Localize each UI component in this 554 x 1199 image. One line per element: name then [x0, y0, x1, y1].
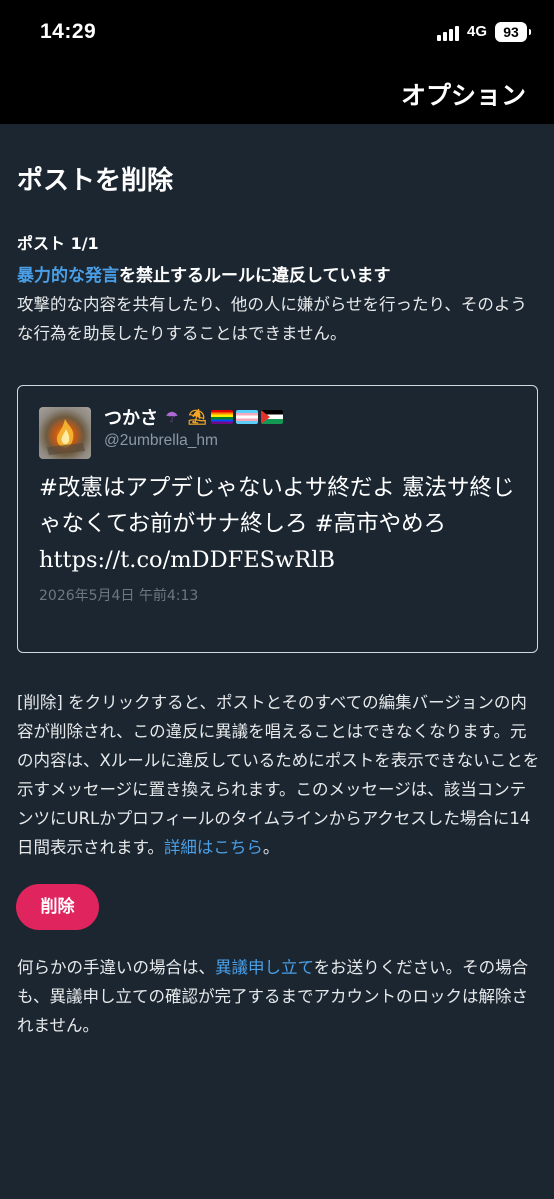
- post-username: つかさ ☂ ⛱: [104, 404, 283, 430]
- explanation-suffix: 。: [262, 838, 280, 857]
- post-count: ポスト 1/1: [17, 234, 99, 253]
- avatar: [39, 407, 91, 459]
- app-header: オプション: [0, 64, 554, 124]
- rule-description: 攻撃的な内容を共有したり、他の人に嫌がらせを行ったり、そのような行為を助長したり…: [17, 295, 527, 343]
- battery-icon: 93: [495, 22, 531, 42]
- delete-button[interactable]: 削除: [16, 884, 99, 930]
- post-card: つかさ ☂ ⛱ @2umbrella_hm #改憲はアプデじゃないよサ終だよ 憲…: [17, 385, 538, 653]
- options-title[interactable]: オプション: [401, 76, 526, 112]
- delete-explanation: [削除] をクリックすると、ポストとそのすべての編集バージョンの内容が削除され、…: [17, 688, 542, 862]
- beach-umbrella-icon: ⛱: [187, 408, 207, 426]
- explanation-text: [削除] をクリックすると、ポストとそのすべての編集バージョンの内容が削除され、…: [17, 693, 540, 857]
- learn-more-link[interactable]: 詳細はこちら: [164, 838, 263, 857]
- appeal-prefix: 何らかの手違いの場合は、: [17, 958, 215, 977]
- appeal-link[interactable]: 異議申し立て: [215, 958, 314, 977]
- post-text: #改憲はアプデじゃないよサ終だよ 憲法サ終じゃなくてお前がサナ終しろ #高市やめ…: [39, 475, 515, 573]
- umbrella-icon: ☂: [165, 408, 179, 426]
- rule-violation-heading: 暴力的な発言を禁止するルールに違反しています: [17, 261, 391, 286]
- network-type: 4G: [467, 23, 488, 40]
- post-timestamp: 2026年5月4日 午前4:13: [39, 588, 199, 604]
- status-bar: 14:29 4G 93: [0, 0, 554, 64]
- page-title: ポストを削除: [17, 166, 174, 196]
- palestine-flag-icon: [261, 410, 283, 424]
- fire-icon: [47, 419, 85, 455]
- display-name: つかさ: [104, 408, 158, 429]
- post-handle: @2umbrella_hm: [104, 432, 218, 449]
- rule-link[interactable]: 暴力的な発言: [17, 266, 119, 286]
- appeal-text: 何らかの手違いの場合は、異議申し立てをお送りください。その場合も、異議申し立ての…: [17, 953, 542, 1040]
- rainbow-flag-icon: [211, 410, 233, 424]
- rule-heading-text: を禁止するルールに違反しています: [119, 266, 391, 286]
- status-time: 14:29: [40, 20, 97, 43]
- transgender-flag-icon: [236, 410, 258, 424]
- signal-icon: [437, 25, 463, 41]
